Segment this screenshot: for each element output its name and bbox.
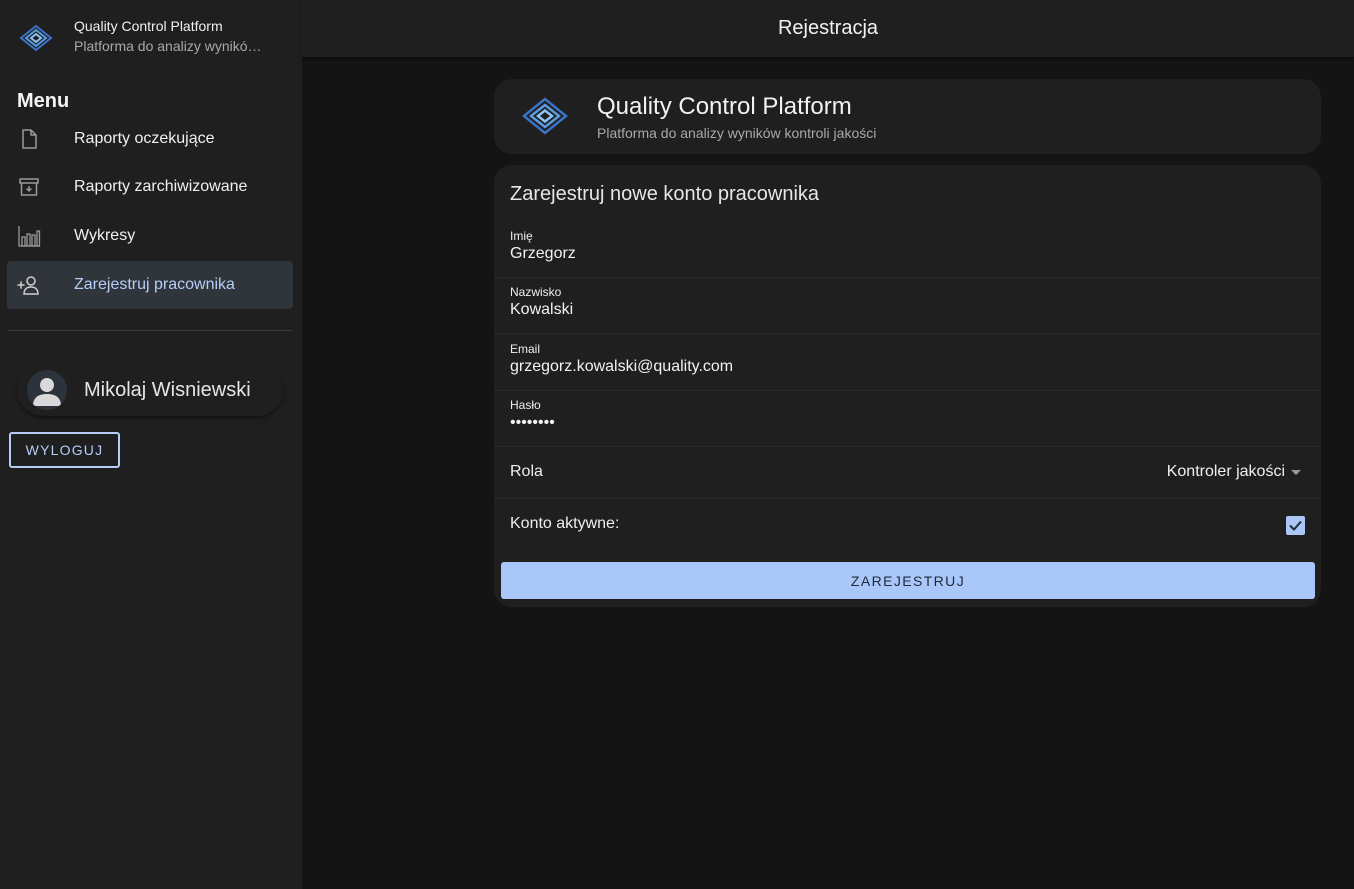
sidebar-item-charts[interactable]: Wykresy — [7, 212, 293, 260]
last-name-label: Nazwisko — [510, 285, 562, 299]
brand: Quality Control Platform Platforma do an… — [0, 0, 302, 58]
user-avatar-icon — [33, 378, 61, 406]
caret-down-icon — [1291, 469, 1301, 475]
brand-name: Quality Control Platform — [74, 18, 223, 34]
role-select[interactable]: Kontroler jakości — [1167, 463, 1301, 481]
email-label: Email — [510, 342, 541, 356]
top-bar: Rejestracja — [302, 0, 1354, 57]
file-icon — [22, 129, 37, 149]
password-label: Hasło — [510, 398, 541, 412]
active-label: Konto aktywne: — [510, 515, 620, 532]
last-name-field: Nazwisko — [494, 278, 1321, 334]
archive-icon — [19, 178, 39, 196]
bar-chart-icon — [18, 226, 41, 247]
sidebar-item-archived-reports[interactable]: Raporty zarchiwizowane — [7, 163, 293, 211]
sidebar-item-label: Raporty zarchiwizowane — [74, 178, 248, 195]
sidebar-item-pending-reports[interactable]: Raporty oczekujące — [7, 115, 293, 163]
page-title: Rejestracja — [777, 17, 879, 39]
platform-header-card: Quality Control Platform Platforma do an… — [494, 79, 1321, 154]
sidebar-item-label: Zarejestruj pracownika — [74, 276, 235, 293]
first-name-field: Imię — [494, 222, 1321, 278]
role-label: Rola — [510, 463, 543, 480]
user-name: Mikolaj Wisniewski — [84, 379, 251, 401]
app: Quality Control Platform Platforma do an… — [0, 0, 1354, 889]
email-input[interactable] — [510, 356, 1290, 378]
password-input[interactable] — [510, 412, 1290, 434]
sidebar: Quality Control Platform Platforma do an… — [0, 0, 302, 889]
first-name-input[interactable] — [510, 243, 1290, 265]
password-field: Hasło — [494, 391, 1321, 447]
brand-tagline: Platforma do analizy wyników kontroli ja… — [74, 38, 266, 54]
sidebar-item-label: Wykresy — [74, 227, 136, 244]
user-card: Mikolaj Wisniewski — [17, 364, 283, 416]
brand-logo-icon — [19, 24, 53, 52]
role-select-value: Kontroler jakości — [1166, 463, 1285, 480]
avatar — [27, 370, 67, 410]
add-user-icon — [17, 276, 39, 295]
active-row: Konto aktywne: — [494, 499, 1321, 551]
first-name-label: Imię — [510, 229, 533, 243]
register-button[interactable]: ZAREJESTRUJ — [501, 562, 1315, 599]
email-field: Email — [494, 335, 1321, 391]
sidebar-divider — [7, 330, 293, 331]
sidebar-item-register-employee[interactable]: Zarejestruj pracownika — [7, 261, 293, 309]
menu-title: Menu — [17, 90, 70, 112]
platform-title: Quality Control Platform — [597, 93, 852, 120]
brand-logo-icon — [522, 97, 568, 135]
checkmark-icon — [1289, 520, 1302, 531]
form-title: Zarejestruj nowe konto pracownika — [510, 183, 820, 205]
platform-subtitle: Platforma do analizy wyników kontroli ja… — [597, 125, 877, 141]
sidebar-item-label: Raporty oczekujące — [74, 130, 215, 147]
registration-form: Zarejestruj nowe konto pracownika Imię N… — [494, 165, 1321, 607]
last-name-input[interactable] — [510, 299, 1290, 321]
logout-button[interactable]: WYLOGUJ — [9, 432, 120, 468]
active-checkbox[interactable] — [1286, 516, 1305, 535]
role-row: Rola Kontroler jakości — [494, 447, 1321, 499]
